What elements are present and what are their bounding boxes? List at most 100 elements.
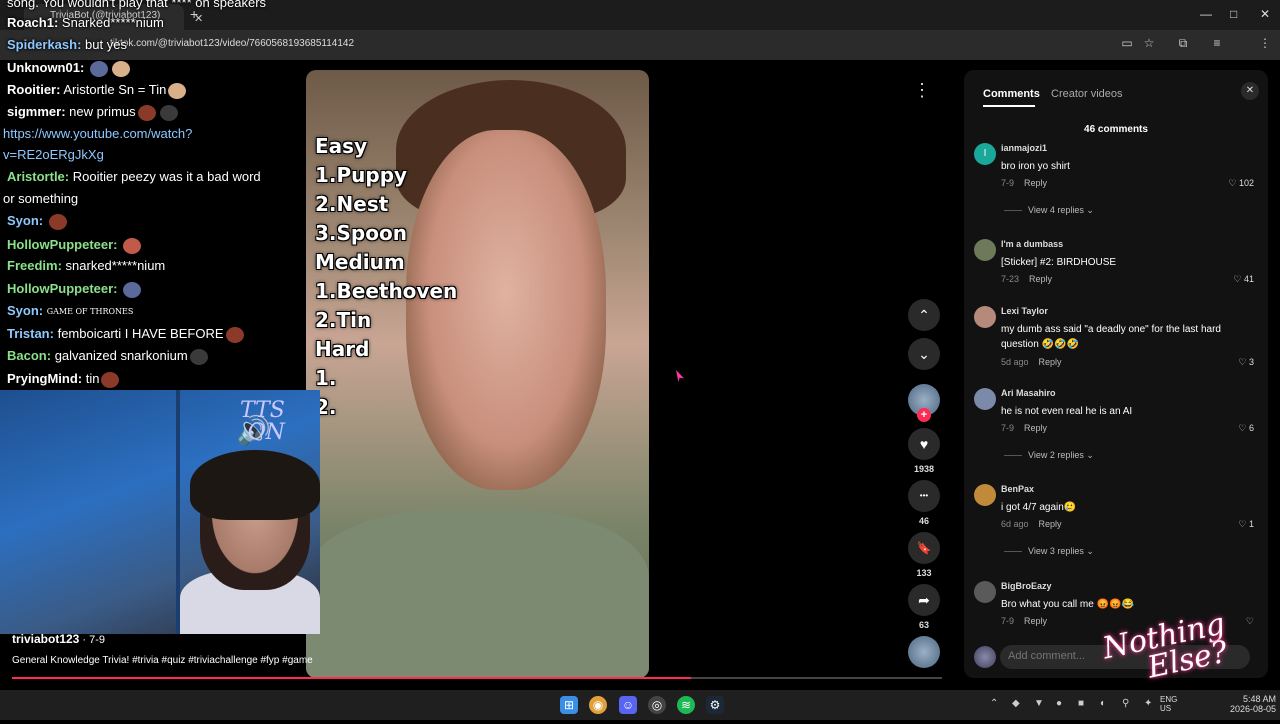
comment-button[interactable]: •••	[908, 480, 940, 512]
tray-search-icon[interactable]: ⚲	[1122, 698, 1129, 709]
video-date: · 7-9	[79, 634, 106, 646]
clock-date: 2026-08-05	[1230, 704, 1277, 714]
taskbar-clock[interactable]: 5:48 AM 2026-08-05	[1230, 694, 1276, 714]
reading-list-icon[interactable]: ≡	[1210, 36, 1224, 50]
comment-reply-button[interactable]: Reply	[1024, 178, 1047, 188]
language-indicator[interactable]: ENG US	[1160, 695, 1177, 713]
comment-username[interactable]: ianmajozi1	[1001, 143, 1047, 153]
trivia-overlay-text: Easy 1.Puppy 2.Nest 3.Spoon Medium 1.Beethove…	[315, 132, 457, 422]
comment-reply-button[interactable]: Reply	[1029, 274, 1052, 284]
comment-reply-button[interactable]: Reply	[1024, 616, 1047, 626]
view-replies-button[interactable]: View 2 replies ⌄	[1004, 450, 1094, 461]
user-avatar	[974, 646, 996, 668]
comment-reply-button[interactable]: Reply	[1024, 423, 1047, 433]
tab-creator-videos[interactable]: Creator videos	[1051, 88, 1123, 100]
comments-total: 46 comments	[1084, 124, 1148, 135]
chat-emote-icon	[111, 60, 130, 77]
start-menu-icon[interactable]: ⊞	[560, 696, 578, 714]
chat-line: Unknown01:	[7, 59, 132, 77]
cast-icon[interactable]: ▭	[1120, 36, 1134, 50]
comment-avatar[interactable]	[974, 388, 996, 410]
previous-video-button[interactable]: ⌃	[908, 299, 940, 331]
comment-username[interactable]: I'm a dumbass	[1001, 239, 1063, 249]
chat-username: Aristortle:	[7, 169, 70, 184]
heart-icon: ♡	[1238, 519, 1249, 529]
chat-line: Freedim: snarked*****nium	[7, 257, 165, 275]
chat-line: sigmmer: new primus	[7, 103, 180, 121]
chat-emote-icon	[123, 237, 142, 254]
chat-emote-icon	[168, 82, 187, 99]
tray-app-icon-5[interactable]: ✦	[1144, 698, 1152, 709]
chat-emote-icon	[137, 104, 156, 121]
video-player[interactable]: Easy 1.Puppy 2.Nest 3.Spoon Medium 1.Beethove…	[306, 70, 649, 678]
tab-comments[interactable]: Comments	[983, 88, 1040, 100]
chat-line: Rooitier: Aristortle Sn = Tin	[7, 81, 188, 99]
more-options-icon[interactable]: ⋮	[913, 80, 931, 101]
comment-reply-button[interactable]: Reply	[1039, 357, 1062, 367]
view-replies-button[interactable]: View 4 replies ⌄	[1004, 205, 1094, 216]
tray-chevron-icon[interactable]: ⌃	[990, 698, 998, 709]
tray-app-icon-4[interactable]: ◐	[1100, 698, 1106, 709]
extensions-icon[interactable]: ⧉	[1176, 36, 1190, 50]
sound-disc-avatar[interactable]	[908, 636, 940, 668]
tray-app-icon[interactable]: ◆	[1012, 698, 1020, 709]
comment-username[interactable]: BigBroEazy	[1001, 581, 1052, 591]
spotify-icon[interactable]: ≋	[677, 696, 695, 714]
tts-state: ON	[247, 420, 285, 445]
chat-message: Aristortle Sn = Tin	[63, 82, 167, 97]
chat-username: sigmmer:	[7, 104, 66, 119]
chat-username: Syon:	[7, 303, 44, 318]
browser-menu-icon[interactable]: ⋮	[1258, 36, 1272, 50]
steam-icon[interactable]: ⚙	[706, 696, 724, 714]
tts-on-badge: TTS ON	[240, 400, 285, 444]
comment-username[interactable]: Ari Masahiro	[1001, 388, 1056, 398]
bookmark-star-icon[interactable]: ☆	[1142, 36, 1156, 50]
view-replies-button[interactable]: View 3 replies ⌄	[1004, 546, 1094, 557]
chat-message: femboicarti I HAVE BEFORE	[57, 326, 224, 341]
next-video-button[interactable]: ⌄	[908, 338, 940, 370]
maximize-icon[interactable]: □	[1230, 7, 1237, 21]
chat-username: Syon:	[7, 213, 44, 228]
follow-button[interactable]: +	[917, 408, 931, 422]
comment-date: 5d ago	[1001, 357, 1029, 367]
comment-avatar[interactable]	[974, 306, 996, 328]
share-button[interactable]: ➦	[908, 584, 940, 616]
like-button[interactable]: ♥	[908, 428, 940, 460]
video-author-name[interactable]: triviabot123	[12, 632, 79, 646]
tray-app-icon-2[interactable]: ●	[1056, 698, 1062, 709]
comment-avatar[interactable]	[974, 581, 996, 603]
comment-avatar[interactable]	[974, 484, 996, 506]
obs-icon[interactable]: ◎	[648, 696, 666, 714]
comment-text: my dumb ass said "a deadly one" for the …	[1001, 324, 1221, 350]
comment-like-button[interactable]: ♡ 6	[1238, 423, 1254, 434]
chat-username: Freedim:	[7, 258, 62, 273]
chat-line: Bacon: galvanized snarkonium	[7, 347, 210, 365]
chrome-icon[interactable]: ◉	[589, 696, 607, 714]
comment-username[interactable]: Lexi Taylor	[1001, 306, 1048, 316]
tray-brave-icon[interactable]: ▼	[1034, 698, 1044, 709]
comment-avatar[interactable]	[974, 239, 996, 261]
chat-username: HollowPuppeteer:	[7, 237, 118, 252]
view-replies-label: View 3 replies	[1028, 546, 1084, 556]
comment-like-button[interactable]: ♡ 1	[1238, 519, 1254, 530]
stream-chat-overlay: song. You wouldn't play that **** on spe…	[0, 0, 300, 392]
chat-link[interactable]: v=RE2oERgJkXg	[3, 147, 104, 162]
tray-app-icon-3[interactable]: ■	[1078, 698, 1084, 709]
chat-link[interactable]: https://www.youtube.com/watch?	[3, 126, 192, 141]
video-progress-bar[interactable]	[12, 677, 942, 679]
chat-message: Rooitier peezy was it a bad word	[72, 169, 261, 184]
comment-like-button[interactable]: ♡ 3	[1238, 357, 1254, 368]
video-author[interactable]: triviabot123 · 7-9	[12, 632, 105, 646]
discord-icon[interactable]: ☺	[619, 696, 637, 714]
comment-username[interactable]: BenPax	[1001, 484, 1034, 494]
comment-like-button[interactable]: ♡ 41	[1233, 274, 1254, 285]
comment-avatar[interactable]: I	[974, 143, 996, 165]
chat-username: Rooitier:	[7, 82, 61, 97]
save-count: 133	[916, 568, 932, 578]
comment-reply-button[interactable]: Reply	[1039, 519, 1062, 529]
save-button[interactable]: 🔖	[908, 532, 940, 564]
window-close-icon[interactable]: ✕	[1260, 7, 1270, 21]
comment-like-button[interactable]: ♡ 102	[1228, 178, 1254, 189]
minimize-icon[interactable]: —	[1200, 7, 1212, 21]
panel-close-icon[interactable]: ✕	[1241, 82, 1259, 100]
